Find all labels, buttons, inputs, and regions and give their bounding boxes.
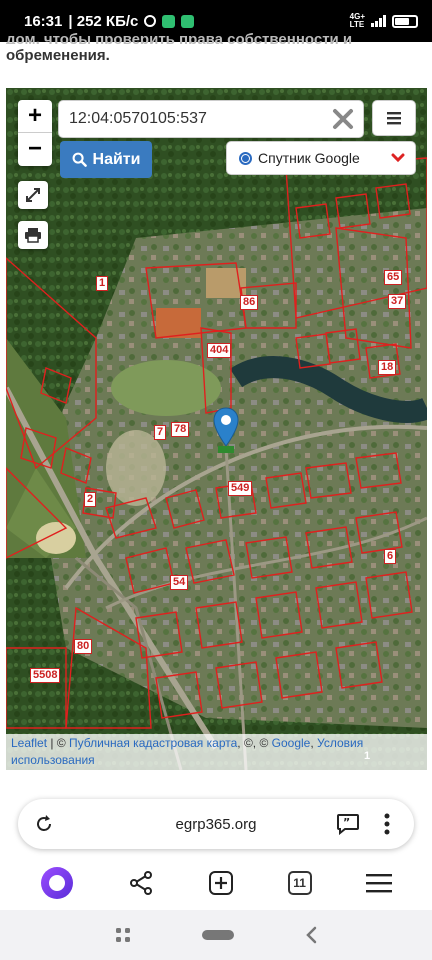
print-icon — [25, 228, 41, 243]
hamburger-icon — [387, 112, 401, 125]
plot-label: 65 — [384, 270, 403, 285]
location-marker-icon[interactable] — [212, 406, 240, 454]
map-attribution: Leaflet | © Публичная кадастровая карта,… — [6, 734, 427, 770]
plot-label: 1 — [96, 276, 109, 291]
plot-label: 6 — [384, 549, 397, 564]
leaflet-link[interactable]: Leaflet — [11, 736, 47, 750]
home-pill-icon[interactable] — [201, 929, 234, 941]
plot-label: 549 — [228, 481, 253, 496]
search-icon — [72, 152, 87, 167]
google-link[interactable]: Google — [272, 736, 311, 750]
paragraph-line-1: дом, чтобы проверить права собственности… — [6, 31, 353, 44]
plot-label: 2 — [84, 492, 97, 507]
cadastral-search-box — [58, 100, 364, 138]
menu-button[interactable] — [372, 100, 416, 136]
status-time: 16:31 — [24, 12, 63, 30]
new-tab-icon[interactable] — [208, 870, 234, 896]
menu-icon[interactable] — [365, 872, 393, 894]
clear-icon[interactable] — [331, 107, 355, 131]
network-indicator: 4G+ LTE — [350, 13, 365, 29]
attribution-separator: | © — [47, 736, 69, 750]
browser-toolbar: 11 — [0, 858, 432, 908]
alarm-icon — [144, 15, 157, 27]
plot-label: 5508 — [30, 668, 61, 683]
paragraph-line-2: обременения. — [6, 47, 110, 64]
find-button-label: Найти — [92, 150, 141, 168]
layer-select[interactable]: Спутник Google — [226, 141, 416, 175]
tabs-button[interactable]: 11 — [287, 871, 312, 895]
signal-icon — [371, 15, 386, 27]
plot-label: 7 — [154, 425, 167, 440]
attribution-separator: , ©, © — [237, 736, 272, 750]
attribution-separator: , — [310, 736, 318, 750]
cadastral-number-input[interactable] — [59, 101, 319, 137]
plot-label: 80 — [74, 639, 93, 654]
zoom-in-button[interactable]: + — [18, 100, 52, 133]
apps-icon[interactable] — [115, 927, 131, 943]
plot-label: 18 — [378, 360, 397, 375]
share-icon[interactable] — [128, 870, 154, 896]
plot-label: 404 — [207, 343, 232, 358]
find-button[interactable]: Найти — [60, 141, 152, 178]
radio-icon — [239, 151, 252, 165]
chat-icon[interactable]: ” — [336, 813, 360, 835]
battery-icon — [392, 14, 418, 28]
cadastral-map[interactable]: 1 86 404 65 37 18 7 78 549 2 54 6 80 550… — [6, 88, 427, 770]
whatsapp-icon — [181, 14, 195, 28]
system-navigation-bar — [0, 910, 432, 960]
app-icon — [162, 14, 176, 28]
url-bar[interactable]: egrp365.org ” — [18, 799, 414, 849]
layer-select-value: Спутник Google — [258, 150, 360, 166]
plot-label: 78 — [171, 422, 190, 437]
plot-label: 37 — [388, 294, 407, 309]
kadastr-map-link[interactable]: Публичная кадастровая карта — [69, 736, 237, 750]
page-paragraph: дом, чтобы проверить права собственности… — [6, 28, 426, 67]
back-icon[interactable] — [305, 926, 317, 944]
zoom-out-button[interactable]: − — [18, 133, 52, 166]
expand-icon — [26, 188, 40, 202]
plot-label: 86 — [240, 295, 259, 310]
alice-icon[interactable] — [39, 865, 75, 901]
print-button[interactable] — [18, 221, 48, 249]
fullscreen-button[interactable] — [18, 181, 48, 209]
status-speed: | 252 КБ/с — [68, 12, 139, 30]
more-vertical-icon[interactable] — [384, 813, 390, 835]
chevron-down-icon — [391, 153, 405, 163]
svg-text:”: ” — [343, 816, 350, 829]
plot-label: 54 — [170, 575, 189, 590]
zoom-control: + − — [18, 100, 52, 166]
